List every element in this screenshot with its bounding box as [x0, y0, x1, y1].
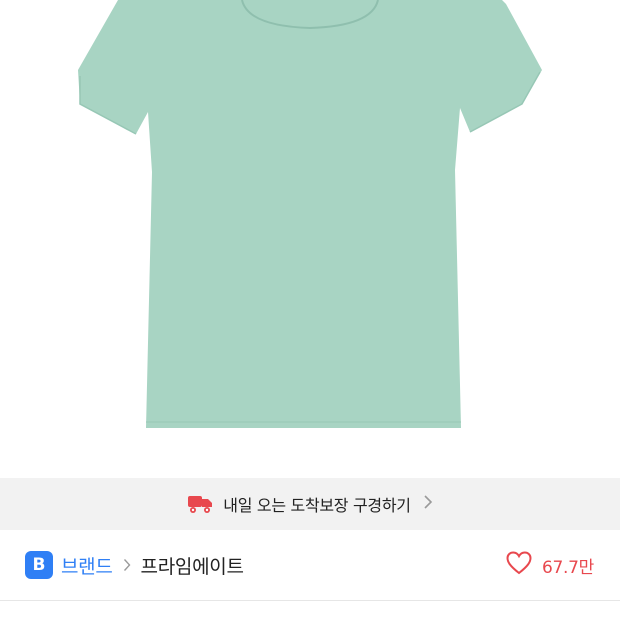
- like-button[interactable]: 67.7만: [506, 551, 594, 579]
- chevron-right-icon: [423, 494, 433, 515]
- product-image[interactable]: [0, 0, 620, 478]
- tshirt-illustration: [78, 0, 542, 428]
- breadcrumb-chevron-icon: [123, 553, 131, 577]
- delivery-banner-text: 내일 오는 도착보장 구경하기: [223, 496, 411, 515]
- brand-label: 브랜드: [61, 555, 113, 578]
- section-divider: [0, 600, 620, 601]
- heart-icon: [506, 551, 532, 579]
- brand-row: B 브랜드 프라임에이트 67.7만: [0, 530, 620, 600]
- brand-badge-icon: B: [25, 551, 53, 579]
- like-count: 67.7만: [542, 557, 594, 578]
- brand-name-link[interactable]: 프라임에이트: [141, 552, 244, 579]
- delivery-truck-icon: [187, 493, 213, 515]
- delivery-guarantee-banner[interactable]: 내일 오는 도착보장 구경하기: [0, 478, 620, 530]
